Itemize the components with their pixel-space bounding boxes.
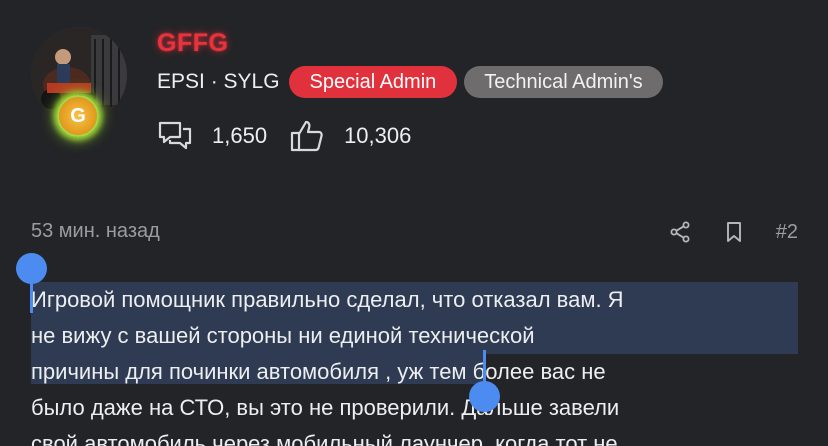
technical-admin-badge: Technical Admin's [464,66,663,98]
selection-start-caret [30,280,33,313]
post-text-line: было даже на СТО, вы это не проверили. Д… [31,395,620,420]
thumbs-up-icon [289,118,325,154]
post-body[interactable]: Игровой помощник правильно сделал, что о… [31,282,801,446]
rank-badge: G [57,95,99,137]
special-admin-badge: Special Admin [288,66,458,98]
post-text-line: причины для починки автомобиля, уж тем б… [31,354,801,390]
selection-end-handle[interactable] [469,381,500,412]
post-text-segment: , уж тем более вас не [385,359,606,384]
post-actions: #2 [668,220,798,244]
messages-count: 1,650 [212,123,268,148]
post-text-line: свой автомобиль через мобильный лаунчер,… [31,431,618,446]
speech-bubbles-icon [157,118,193,154]
post-number-link[interactable]: #2 [776,221,798,244]
post-page: G GFFG EPSI · SYLG Special Admin Technic… [0,0,828,446]
username[interactable]: GFFG [157,29,228,58]
post-text-line: Игровой помощник правильно сделал, что о… [31,287,624,312]
post-text-line: не вижу с вашей стороны ни единой технич… [31,323,535,348]
share-icon[interactable] [668,220,692,244]
user-stats: 1,650 10,306 [157,118,433,154]
user-title: EPSI · SYLG [157,70,280,93]
user-meta-row: EPSI · SYLG Special Admin Technical Admi… [157,66,663,98]
likes-count: 10,306 [344,123,412,148]
post-timestamp[interactable]: 53 мин. назад [31,220,160,243]
bookmark-icon[interactable] [722,220,746,244]
post-text-segment: причины для починки автомобиля [31,359,380,384]
